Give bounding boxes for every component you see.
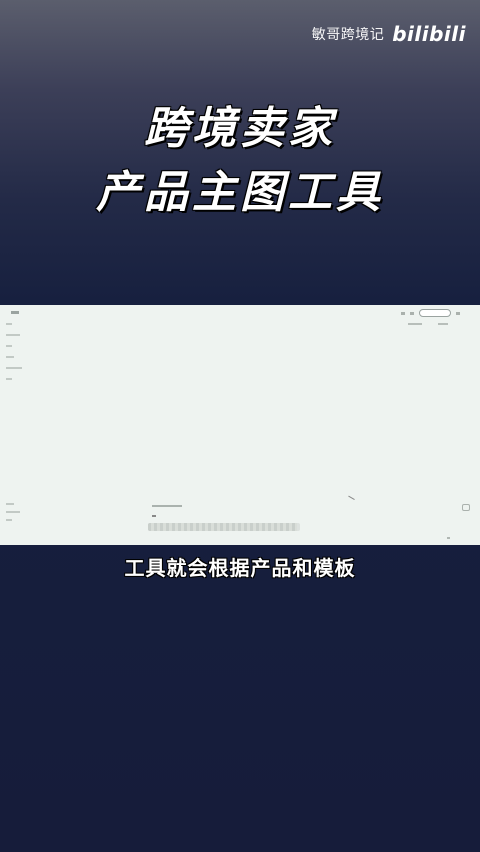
chat-icon[interactable] bbox=[152, 515, 156, 517]
sidebar-item[interactable] bbox=[6, 511, 20, 513]
side-lower bbox=[6, 503, 24, 527]
video-subtitle: 工具就会根据产品和模板 bbox=[124, 556, 356, 580]
sub-link-2[interactable] bbox=[438, 323, 448, 325]
more-icon[interactable] bbox=[401, 311, 405, 315]
menu-icon[interactable] bbox=[456, 311, 460, 315]
cursor-icon bbox=[346, 495, 355, 504]
sub-link-1[interactable] bbox=[408, 323, 422, 325]
embedded-screen bbox=[0, 305, 480, 545]
bilibili-logo: bilibili bbox=[392, 22, 466, 46]
search-pill-icon[interactable] bbox=[419, 309, 451, 317]
sidebar-item[interactable] bbox=[6, 519, 12, 521]
screen-topbar bbox=[0, 305, 480, 325]
sidebar-item[interactable] bbox=[6, 345, 12, 347]
topbar-actions bbox=[401, 309, 460, 317]
expand-icon[interactable] bbox=[462, 504, 470, 511]
screen-sidebar bbox=[6, 323, 26, 389]
progress-fill bbox=[148, 523, 297, 531]
watermark-author: 敏哥跨境记 bbox=[311, 27, 385, 43]
generation-progress-bar bbox=[148, 523, 300, 531]
more-icon-2[interactable] bbox=[410, 311, 414, 315]
sidebar-item[interactable] bbox=[6, 503, 14, 505]
sidebar-item[interactable] bbox=[6, 356, 14, 358]
sidebar-item[interactable] bbox=[6, 323, 12, 325]
video-title-line1: 跨境卖家 bbox=[144, 103, 336, 154]
topbar-sub-links bbox=[408, 323, 448, 325]
watermark: 敏哥跨境记 bilibili bbox=[312, 22, 466, 46]
video-title-line2: 产品主图工具 bbox=[96, 167, 384, 218]
sidebar-item[interactable] bbox=[6, 334, 20, 336]
sidebar-item[interactable] bbox=[6, 378, 12, 380]
sidebar-item[interactable] bbox=[6, 367, 22, 369]
scroll-indicator bbox=[447, 537, 450, 539]
chat-heading-line bbox=[152, 505, 182, 507]
app-logo-icon[interactable] bbox=[11, 311, 19, 314]
